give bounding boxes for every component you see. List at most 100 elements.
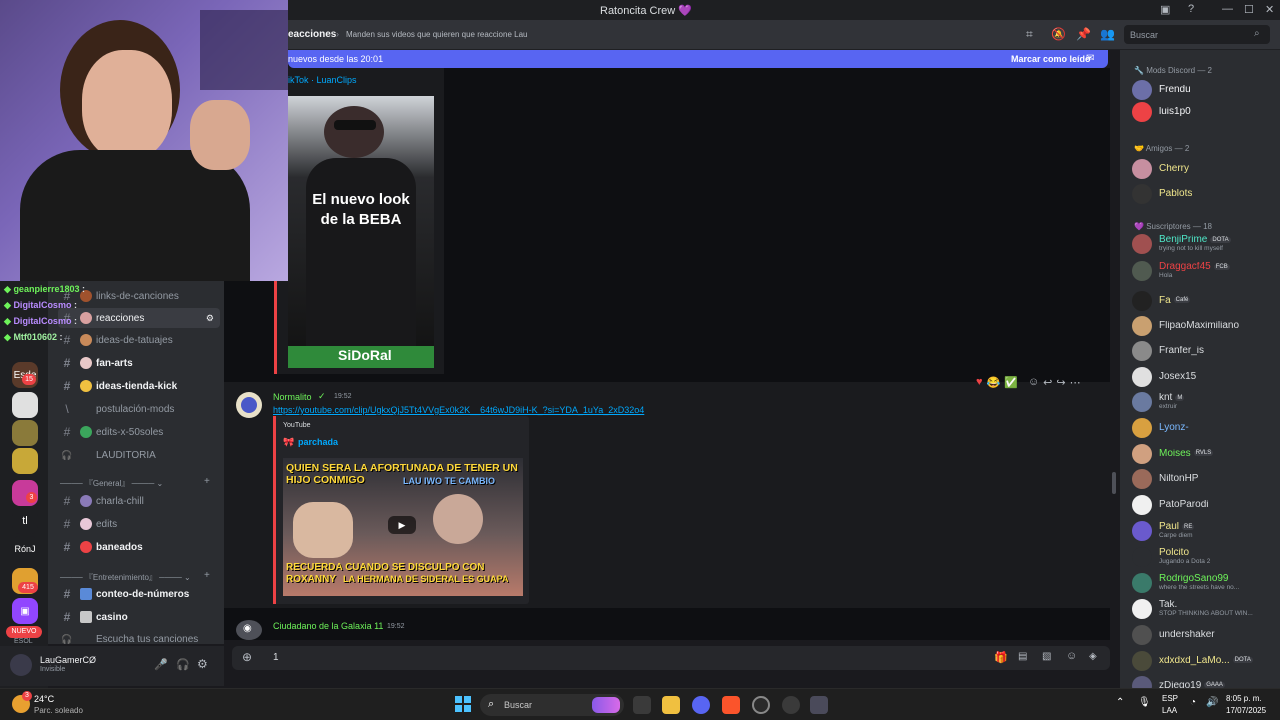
file-explorer-icon[interactable]: [662, 696, 680, 714]
microphone-icon[interactable]: 🎤: [154, 658, 168, 671]
member-item[interactable]: Draggacf45 FCB Hola: [1132, 260, 1278, 282]
channel-baneados[interactable]: # baneados: [58, 537, 220, 557]
member-item[interactable]: BenjiPrime DOTA trying not to kill myself: [1132, 233, 1278, 255]
member-list-icon[interactable]: 👥: [1100, 27, 1115, 41]
member-item[interactable]: Paul RE Carpe diem: [1132, 520, 1278, 542]
mute-bell-icon[interactable]: 🔕: [1051, 27, 1066, 41]
server-icon[interactable]: [12, 420, 38, 446]
member-item[interactable]: Lyonz-: [1132, 417, 1278, 439]
mark-as-read-button[interactable]: Marcar como leído: [1011, 54, 1091, 64]
headphones-icon[interactable]: 🎧: [176, 658, 190, 671]
category-general[interactable]: ──── 『General』 ──── ⌄: [60, 478, 163, 489]
search-input[interactable]: Buscar ⌕: [1124, 25, 1270, 44]
close-button[interactable]: ✕: [1265, 3, 1274, 16]
avatar[interactable]: [10, 654, 32, 676]
emoji-icon[interactable]: ☺: [1066, 650, 1077, 662]
more-icon[interactable]: ⋯: [1070, 376, 1081, 396]
reply-icon[interactable]: ↩: [1043, 376, 1052, 396]
channel-edits[interactable]: # edits: [58, 514, 220, 534]
member-item[interactable]: Pablots: [1132, 183, 1278, 205]
member-item[interactable]: FlipaoMaximiliano: [1132, 315, 1278, 337]
add-attachment-icon[interactable]: ⊕: [242, 650, 252, 664]
help-icon[interactable]: ?: [1188, 3, 1194, 15]
message-author[interactable]: Ciudadano de la Galaxia 11: [273, 621, 383, 631]
tray-mic-icon[interactable]: 🎙: [1138, 697, 1151, 708]
member-item[interactable]: Fa Café: [1132, 290, 1278, 312]
member-item[interactable]: RodrigoSano99 where the streets have no..…: [1132, 572, 1278, 594]
server-icon[interactable]: [12, 448, 38, 474]
obs-icon[interactable]: [752, 696, 770, 714]
message-link[interactable]: https://youtube.com/clip/UgkxQjJ5Tt4VVgE…: [273, 405, 644, 415]
gif-icon[interactable]: ▤: [1018, 651, 1027, 662]
tray-chevron-icon[interactable]: ⌃: [1116, 697, 1124, 708]
channel-lauditoria[interactable]: 🎧 LAUDITORIA: [58, 445, 220, 465]
gift-icon[interactable]: 🎁: [994, 651, 1008, 664]
maximize-button[interactable]: ☐: [1244, 3, 1254, 16]
forward-icon[interactable]: ↪: [1056, 376, 1065, 396]
minimize-button[interactable]: —: [1222, 3, 1233, 15]
member-item[interactable]: PatoParodi: [1132, 494, 1278, 516]
embed-author[interactable]: parchada: [298, 437, 338, 447]
language-code[interactable]: ESP: [1162, 694, 1178, 703]
channel-edits-x-50soles[interactable]: # edits-x-50soles: [58, 422, 220, 442]
settings-icon[interactable]: ⚙: [197, 657, 208, 671]
category-entretenimiento[interactable]: ──── 『Entretenimiento』 ──── ⌄: [60, 572, 191, 583]
message-author[interactable]: Normalito: [273, 392, 312, 402]
youtube-thumbnail[interactable]: QUIEN SERA LA AFORTUNADA DE TENER UN HIJ…: [283, 458, 523, 596]
member-item[interactable]: Cherry: [1132, 158, 1278, 180]
volume-icon[interactable]: 🔊: [1206, 697, 1218, 708]
brave-browser-icon[interactable]: [722, 696, 740, 714]
tiktok-thumbnail[interactable]: El nuevo look de la BEBA SiDoRal: [288, 96, 434, 368]
message-input[interactable]: ⊕ 1 🎁 ▤ ▧ ☺ ◈: [232, 646, 1110, 670]
inbox-icon[interactable]: ▣: [1160, 3, 1170, 16]
member-item[interactable]: luis1p0: [1132, 101, 1278, 123]
member-item[interactable]: undershaker: [1132, 624, 1278, 646]
heart-reaction-icon[interactable]: ♥: [976, 376, 983, 396]
member-item[interactable]: Josex15: [1132, 366, 1278, 388]
channel-conteo-de-numeros[interactable]: # conteo-de-números: [58, 584, 220, 604]
add-channel-icon[interactable]: +: [204, 570, 210, 581]
member-item[interactable]: xdxdxd_LaMo... DOTA: [1132, 650, 1278, 672]
keyboard-layout[interactable]: LAA: [1162, 706, 1177, 715]
windows-start-icon[interactable]: [455, 696, 471, 712]
play-icon[interactable]: ▶: [388, 516, 416, 534]
wifi-icon[interactable]: ◔: [1190, 697, 1196, 708]
member-name: xdxdxd_LaMo...: [1159, 655, 1230, 666]
avatar[interactable]: [236, 392, 262, 418]
twitch-icon[interactable]: ▣: [12, 598, 38, 624]
pin-icon[interactable]: 📌: [1076, 27, 1091, 41]
scrollbar[interactable]: [1112, 472, 1116, 494]
server-icon[interactable]: tl: [12, 508, 38, 534]
member-item[interactable]: Moises RVLS: [1132, 443, 1278, 465]
app-icon[interactable]: [782, 696, 800, 714]
new-messages-banner[interactable]: nuevos desde las 20:01 Marcar como leído…: [288, 50, 1108, 68]
check-reaction-icon[interactable]: ✅: [1004, 376, 1018, 396]
avatar[interactable]: ◉: [236, 620, 262, 640]
member-item[interactable]: Frendu: [1132, 79, 1278, 101]
snipping-tool-icon[interactable]: [810, 696, 828, 714]
member-item[interactable]: Franfer_is: [1132, 340, 1278, 362]
member-item[interactable]: knt Mextruir: [1132, 391, 1278, 413]
embed-source[interactable]: ikTok · LuanClips: [288, 75, 357, 85]
channel-postulacion-mods[interactable]: \ postulación-mods: [58, 399, 220, 419]
channel-charla-chill[interactable]: # charla-chill: [58, 491, 220, 511]
task-view-icon[interactable]: [633, 696, 651, 714]
channel-casino[interactable]: # casino: [58, 607, 220, 627]
member-item[interactable]: NiltonHP: [1132, 468, 1278, 490]
server-icon[interactable]: [12, 392, 38, 418]
member-item[interactable]: Tak. STOP THINKING ABOUT WIN...: [1132, 598, 1278, 620]
laugh-reaction-icon[interactable]: 😂: [987, 376, 1001, 396]
add-reaction-icon[interactable]: ☺: [1028, 376, 1039, 396]
member-item[interactable]: Polcito Jugando a Dota 2: [1132, 546, 1278, 568]
add-channel-icon[interactable]: +: [204, 476, 210, 487]
clock-date[interactable]: 17/07/2025: [1226, 706, 1266, 715]
server-icon[interactable]: RónJ: [12, 536, 38, 562]
taskbar-search[interactable]: ⌕ Buscar: [480, 694, 624, 716]
channel-ideas-tienda-kick[interactable]: # ideas-tienda-kick: [58, 376, 220, 396]
clock-time[interactable]: 8:05 p. m.: [1226, 694, 1262, 703]
apps-icon[interactable]: ◈: [1089, 651, 1097, 662]
sticker-icon[interactable]: ▧: [1042, 651, 1051, 662]
threads-icon[interactable]: ⌗: [1026, 27, 1033, 42]
discord-app-icon[interactable]: [692, 696, 710, 714]
channel-fan-arts[interactable]: # fan-arts: [58, 353, 220, 373]
